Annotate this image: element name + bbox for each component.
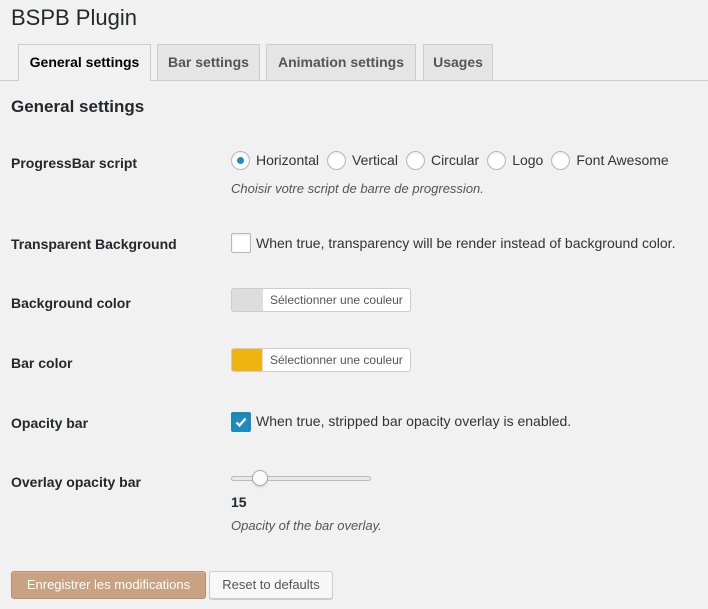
tab-animation-settings[interactable]: Animation settings	[266, 44, 416, 80]
radio-font-awesome[interactable]	[551, 150, 571, 170]
transparent-background-label: Transparent Background	[11, 236, 177, 252]
transparent-background-checkbox[interactable]	[231, 233, 251, 253]
radio-option-horizontal[interactable]: Horizontal	[231, 150, 320, 170]
radio-option-font-awesome[interactable]: Font Awesome	[551, 150, 669, 170]
radio-option-logo[interactable]: Logo	[487, 150, 544, 170]
radio-label-vertical: Vertical	[352, 152, 398, 168]
bar-color-button-text: Sélectionner une couleur	[263, 349, 410, 371]
opacity-bar-label: Opacity bar	[11, 415, 89, 431]
check-icon	[235, 417, 247, 428]
radio-circular[interactable]	[405, 150, 425, 170]
bar-color-label: Bar color	[11, 355, 73, 371]
radio-logo[interactable]	[487, 150, 507, 170]
radio-label-logo: Logo	[512, 152, 544, 168]
bar-color-picker[interactable]: Sélectionner une couleur	[231, 348, 411, 372]
progressbar-script-description: Choisir votre script de barre de progres…	[231, 181, 484, 196]
page-title: BSPB Plugin	[11, 5, 137, 30]
radio-vertical[interactable]	[327, 150, 347, 170]
background-color-picker[interactable]: Sélectionner une couleur	[231, 288, 411, 312]
progressbar-script-radio-group: Horizontal Vertical Circular Logo Font A…	[231, 150, 677, 170]
radio-option-circular[interactable]: Circular	[405, 150, 480, 170]
section-title: General settings	[11, 97, 145, 116]
settings-tabs: General settings Bar settings Animation …	[0, 44, 708, 81]
radio-label-horizontal: Horizontal	[256, 152, 320, 168]
radio-label-circular: Circular	[430, 152, 480, 168]
transparent-background-text: When true, transparency will be render i…	[256, 235, 676, 251]
radio-label-font-awesome: Font Awesome	[576, 152, 669, 168]
background-color-label: Background color	[11, 295, 131, 311]
tab-bar-settings[interactable]: Bar settings	[157, 44, 260, 80]
opacity-bar-text: When true, stripped bar opacity overlay …	[256, 413, 572, 429]
tab-usages[interactable]: Usages	[423, 44, 493, 80]
overlay-opacity-bar-label: Overlay opacity bar	[11, 474, 141, 490]
radio-option-vertical[interactable]: Vertical	[327, 150, 398, 170]
opacity-bar-checkbox[interactable]	[231, 412, 251, 432]
background-color-swatch	[232, 289, 263, 311]
bar-color-swatch	[232, 349, 263, 371]
overlay-opacity-description: Opacity of the bar overlay.	[231, 518, 382, 533]
reset-button[interactable]: Reset to defaults	[209, 571, 333, 599]
slider-handle[interactable]	[252, 470, 268, 486]
background-color-button-text: Sélectionner une couleur	[263, 289, 410, 311]
save-button[interactable]: Enregistrer les modifications	[11, 571, 206, 599]
progressbar-script-label: ProgressBar script	[11, 155, 138, 171]
overlay-opacity-slider[interactable]	[231, 470, 371, 486]
radio-horizontal[interactable]	[231, 150, 250, 170]
overlay-opacity-value: 15	[231, 494, 247, 510]
tab-general-settings[interactable]: General settings	[18, 44, 151, 81]
